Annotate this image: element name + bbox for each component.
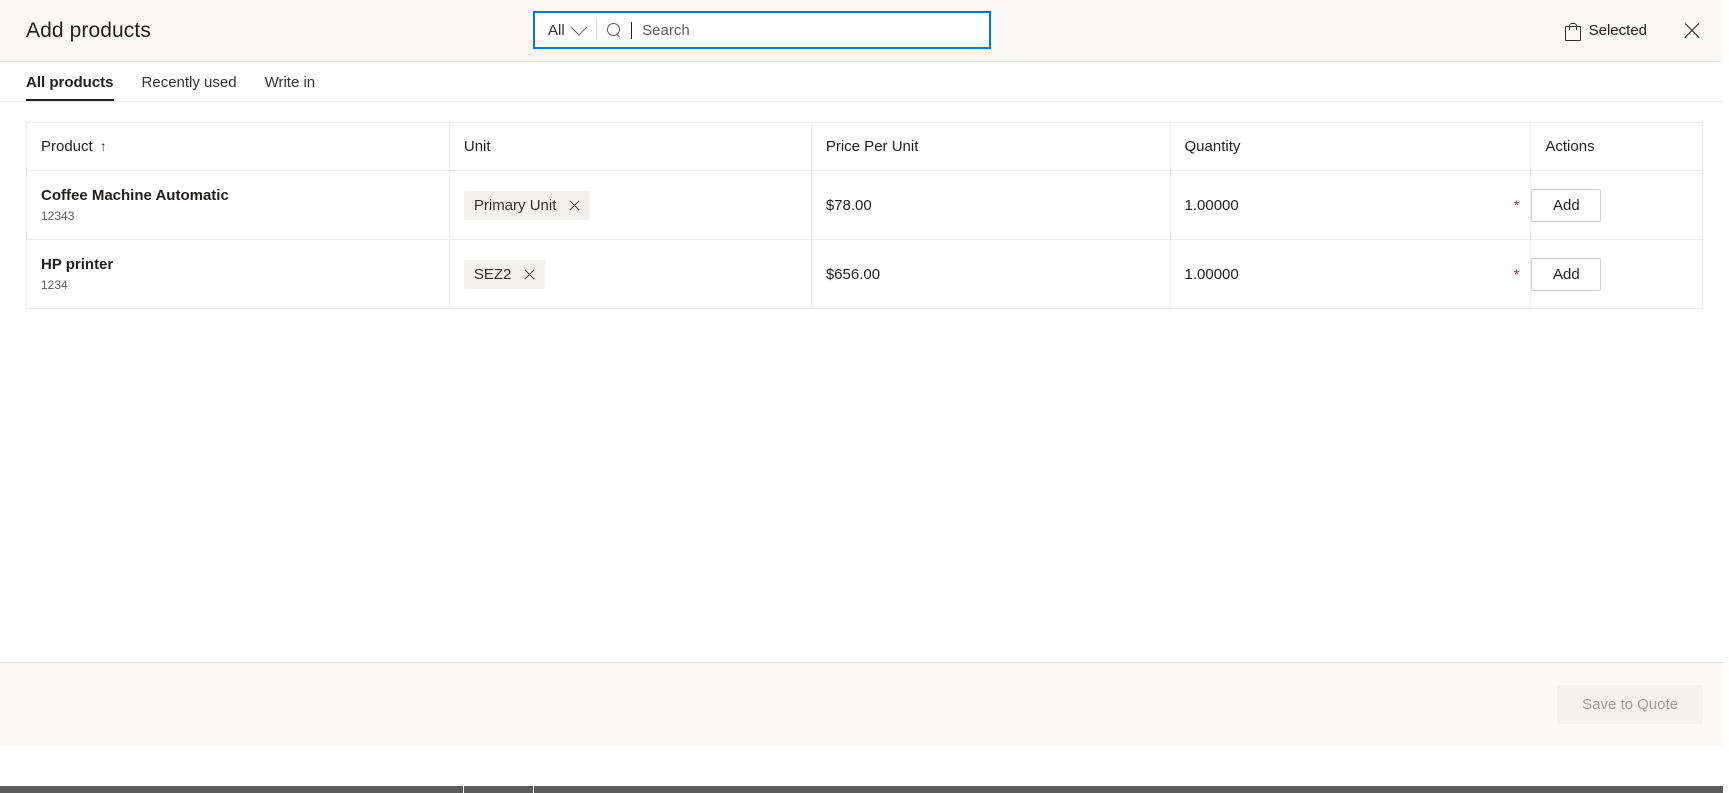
search-bar[interactable]: All xyxy=(533,11,991,49)
product-name: Coffee Machine Automatic xyxy=(41,186,229,204)
column-header-product[interactable]: Product ↑ xyxy=(26,122,450,171)
selected-label: Selected xyxy=(1588,22,1647,39)
scrollbar-segment xyxy=(533,786,534,793)
table-row[interactable]: Coffee Machine Automatic 12343 Primary U… xyxy=(26,170,1703,240)
cell-quantity[interactable]: 1.00000 * xyxy=(1169,170,1532,240)
cell-actions: Add xyxy=(1530,239,1703,309)
add-button[interactable]: Add xyxy=(1531,257,1602,291)
chevron-down-icon xyxy=(570,18,588,36)
dialog-footer: Save to Quote xyxy=(0,662,1729,746)
table-body: Coffee Machine Automatic 12343 Primary U… xyxy=(26,170,1703,309)
close-icon[interactable] xyxy=(1681,20,1703,42)
search-input[interactable] xyxy=(642,21,990,39)
scrollbar-segment xyxy=(463,786,464,793)
horizontal-scrollbar[interactable] xyxy=(0,786,1729,793)
table-header-row: Product ↑ Unit Price Per Unit Quantity Ac… xyxy=(26,122,1703,171)
unit-chip-label: Primary Unit xyxy=(473,196,557,214)
products-table-area: Product ↑ Unit Price Per Unit Quantity Ac… xyxy=(0,102,1729,662)
tab-bar: All products Recently used Write in xyxy=(0,62,1729,102)
quantity-value: 1.00000 xyxy=(1184,265,1239,283)
cell-unit: SEZ2 xyxy=(448,239,812,309)
cell-price-per-unit: $78.00 xyxy=(810,170,1171,240)
product-name: HP printer xyxy=(41,255,114,273)
required-marker: * xyxy=(1513,266,1520,282)
table-header: Product ↑ Unit Price Per Unit Quantity Ac… xyxy=(26,122,1703,171)
save-to-quote-button[interactable]: Save to Quote xyxy=(1557,685,1703,724)
unit-chip-label: SEZ2 xyxy=(473,265,512,283)
add-button[interactable]: Add xyxy=(1531,188,1602,222)
header-actions: Selected xyxy=(1564,20,1703,42)
cell-product: HP printer 1234 xyxy=(26,239,450,309)
remove-unit-icon[interactable] xyxy=(523,268,536,281)
unit-chip[interactable]: SEZ2 xyxy=(463,259,546,289)
column-header-unit[interactable]: Unit xyxy=(448,122,812,171)
product-code: 12343 xyxy=(41,208,75,223)
tab-all-products[interactable]: All products xyxy=(26,74,114,101)
column-header-price-per-unit[interactable]: Price Per Unit xyxy=(810,122,1171,171)
products-table: Product ↑ Unit Price Per Unit Quantity Ac… xyxy=(26,122,1703,309)
tab-write-in[interactable]: Write in xyxy=(265,74,316,101)
quantity-value: 1.00000 xyxy=(1184,196,1239,214)
page-title: Add products xyxy=(26,18,151,42)
product-code: 1234 xyxy=(41,277,68,292)
shopping-bag-icon xyxy=(1564,22,1581,41)
cell-actions: Add xyxy=(1530,170,1703,240)
tab-recently-used[interactable]: Recently used xyxy=(142,74,237,101)
table-row[interactable]: HP printer 1234 SEZ2 $656.00 1.00000 * A… xyxy=(26,239,1703,309)
cell-unit: Primary Unit xyxy=(448,170,812,240)
search-icon xyxy=(606,22,622,38)
required-marker: * xyxy=(1513,197,1520,213)
column-header-quantity[interactable]: Quantity xyxy=(1169,122,1532,171)
selected-button[interactable]: Selected xyxy=(1564,22,1647,41)
column-label-product: Product xyxy=(41,138,93,155)
dialog-header: Add products All Selected xyxy=(0,0,1729,62)
cell-product: Coffee Machine Automatic 12343 xyxy=(26,170,450,240)
column-header-actions: Actions xyxy=(1530,122,1703,171)
unit-chip[interactable]: Primary Unit xyxy=(463,190,591,220)
remove-unit-icon[interactable] xyxy=(568,199,581,212)
search-scope-dropdown[interactable]: All xyxy=(534,12,596,48)
sort-ascending-icon: ↑ xyxy=(99,138,107,154)
text-caret xyxy=(630,21,633,39)
page-edge xyxy=(1723,0,1729,793)
cell-price-per-unit: $656.00 xyxy=(810,239,1171,309)
add-products-dialog: Add products All Selected All products R… xyxy=(0,0,1729,793)
bottom-strip xyxy=(0,746,1729,793)
search-scope-label: All xyxy=(548,21,565,39)
cell-quantity[interactable]: 1.00000 * xyxy=(1169,239,1532,309)
search-field[interactable] xyxy=(597,12,990,48)
